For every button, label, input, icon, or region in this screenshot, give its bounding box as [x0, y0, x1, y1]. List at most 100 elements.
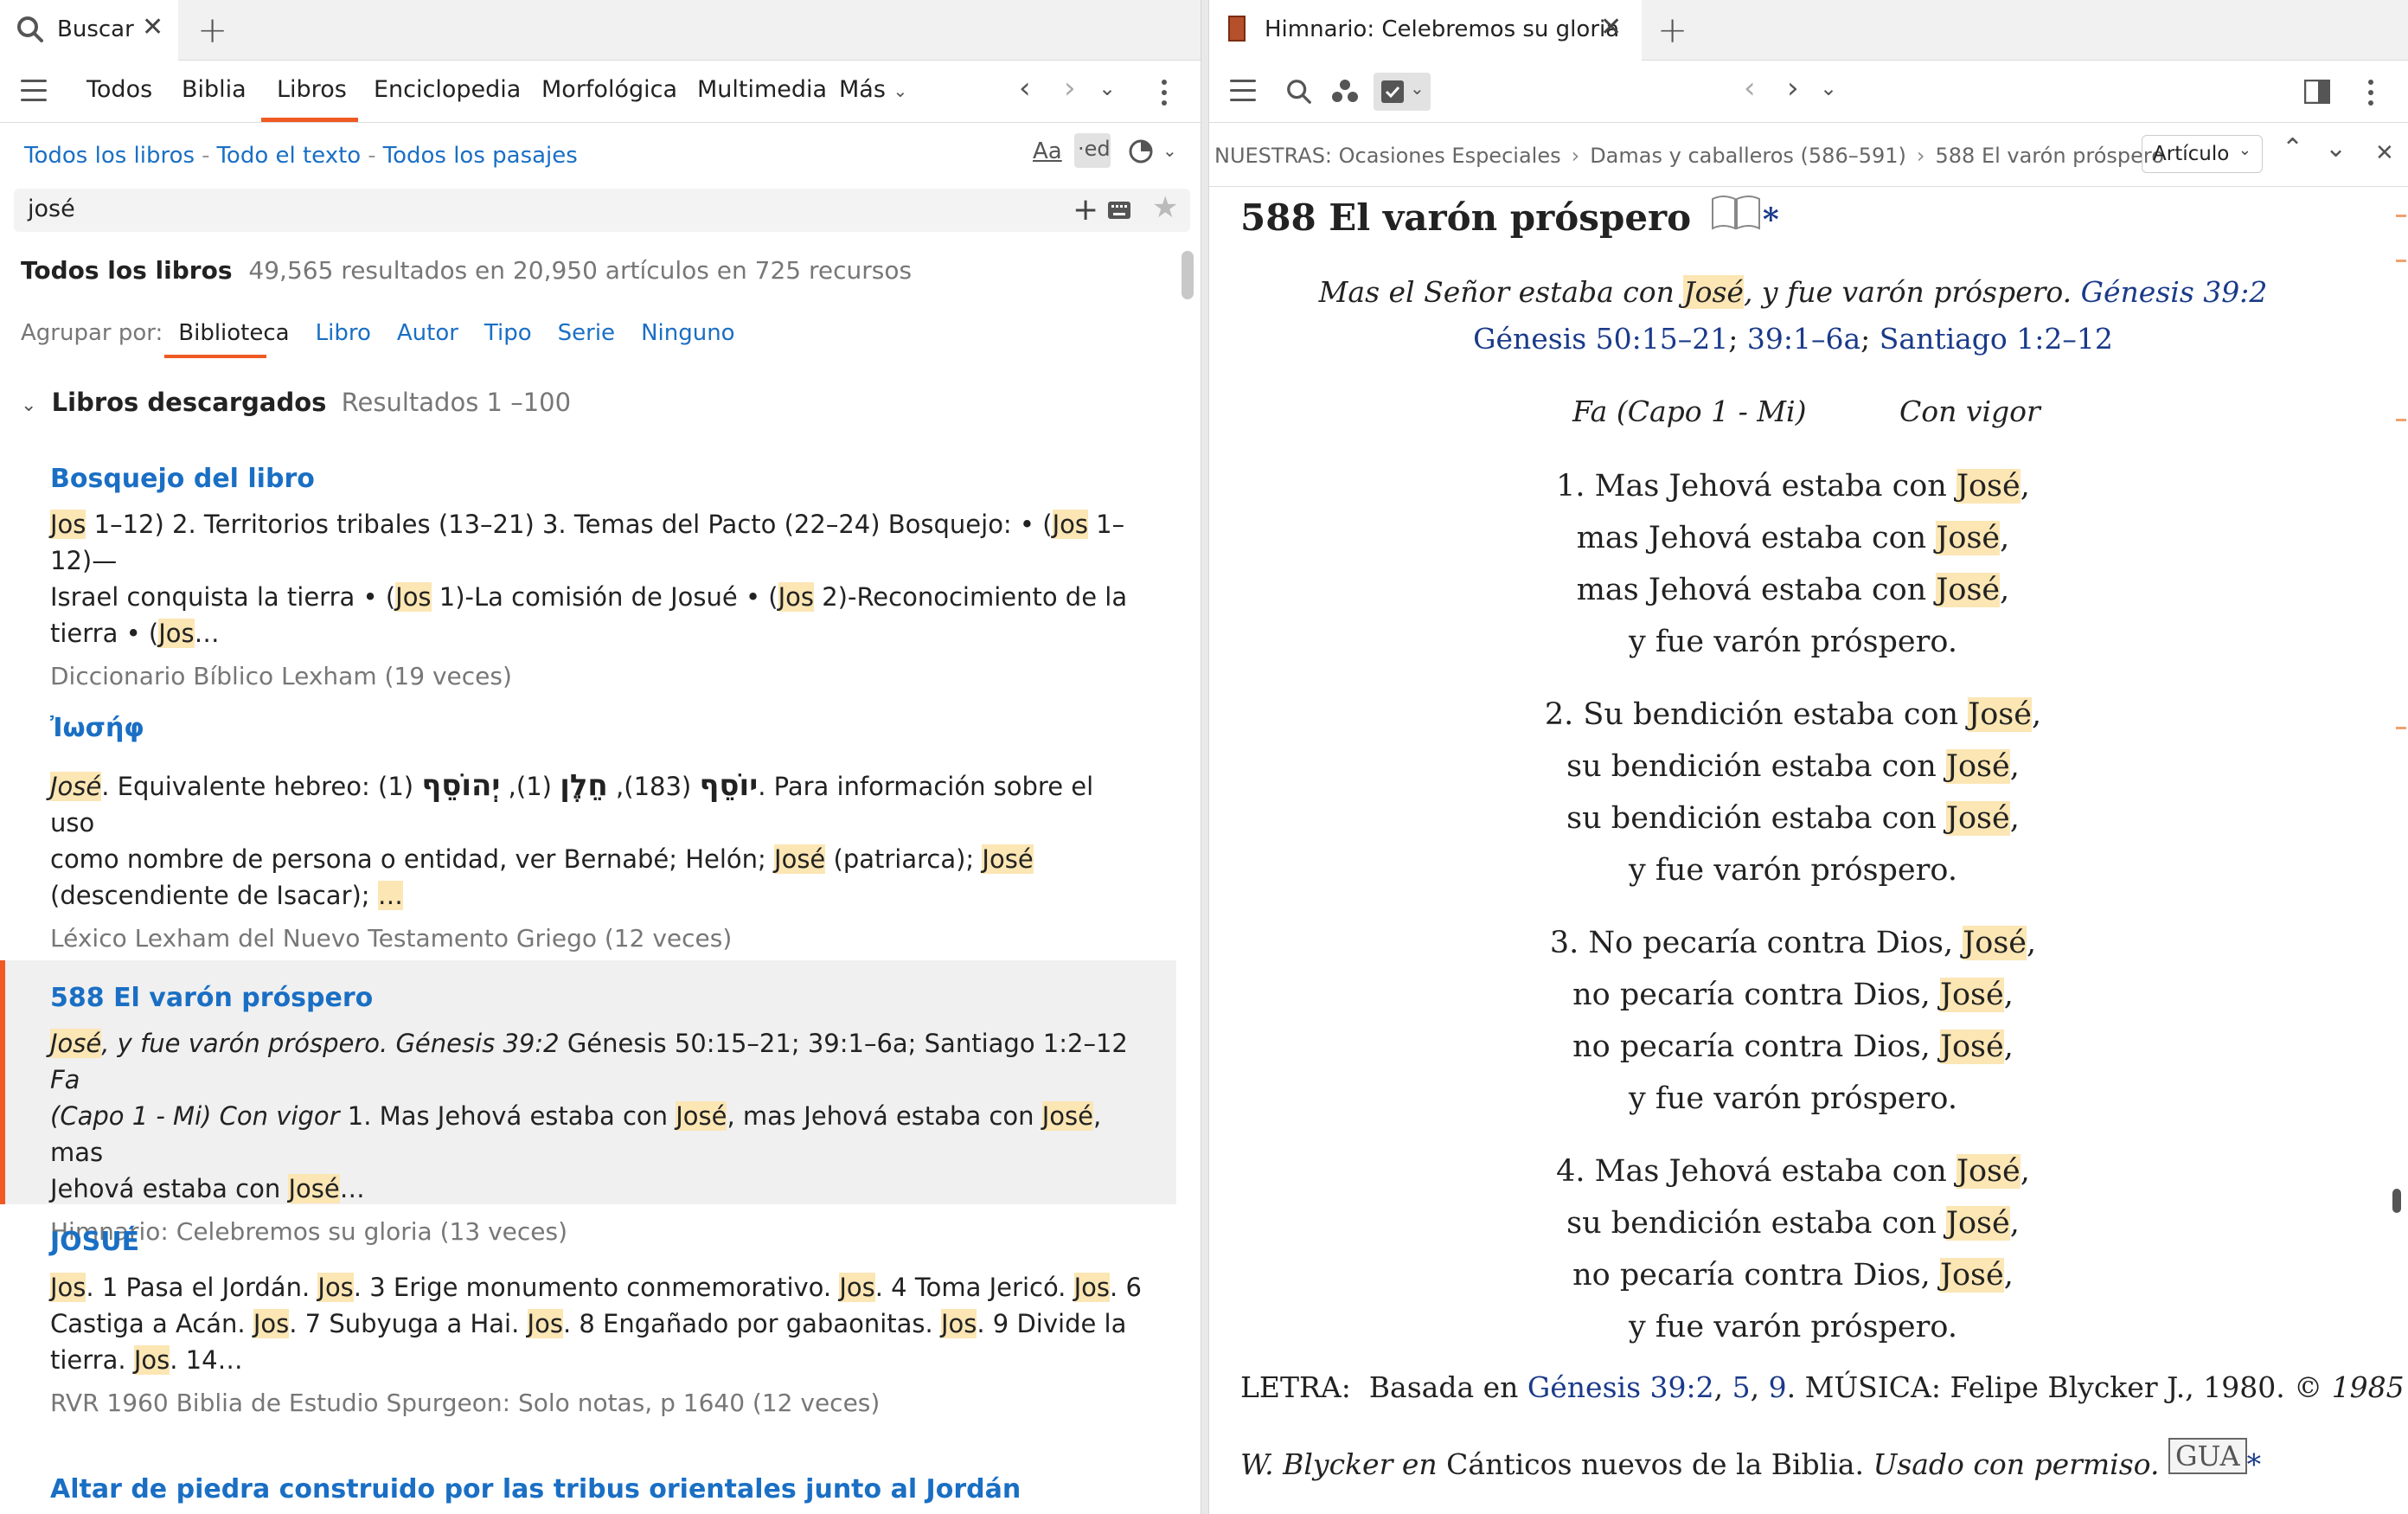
new-tab-plus-icon[interactable]: +: [1657, 9, 1688, 51]
search-highlight: José: [1939, 978, 2004, 1012]
tab-mas[interactable]: Más ⌄: [839, 76, 907, 103]
footnote-asterisk[interactable]: *: [1763, 202, 1779, 238]
ref-link[interactable]: 39:1–6a: [1747, 322, 1860, 356]
result-item[interactable]: Ἰωσήφ José. Equivalente hebreo: יוֹסֵף (…: [0, 713, 1176, 953]
ref-link[interactable]: Génesis 39:2: [1527, 1370, 1714, 1404]
section-range: Resultados 1 –100: [341, 388, 572, 417]
previous-match-icon[interactable]: ⌃: [2282, 133, 2303, 164]
group-biblioteca[interactable]: Biblioteca: [178, 320, 289, 346]
tab-buscar[interactable]: Buscar ✕: [0, 0, 178, 61]
breadcrumb-item[interactable]: Damas y caballeros (586–591): [1590, 144, 1906, 168]
search-highlight: José: [1936, 521, 2001, 555]
people-icon[interactable]: [1330, 76, 1360, 106]
search-highlight: José: [1945, 801, 2010, 836]
result-title[interactable]: Ἰωσήφ: [50, 713, 1142, 743]
breadcrumb-item[interactable]: NUESTRAS: Ocasiones Especiales: [1214, 144, 1561, 168]
breadcrumb-item[interactable]: 588 El varón próspero: [1936, 144, 2164, 168]
tab-libros[interactable]: Libros: [277, 76, 347, 103]
group-by-label: Agrupar por:: [21, 320, 163, 346]
tab-multimedia[interactable]: Multimedia: [697, 76, 827, 103]
result-item[interactable]: JOSUÉ Jos. 1 Pasa el Jordán. Jos. 3 Erig…: [0, 1227, 1176, 1417]
stanza-refrain: y fue varón próspero.: [1629, 1081, 1957, 1116]
group-ninguno[interactable]: Ninguno: [641, 320, 735, 346]
stanza-refrain: y fue varón próspero.: [1629, 625, 1957, 659]
tab-himnario[interactable]: Himnario: Celebremos su gloria ✕: [1209, 0, 1642, 61]
downloaded-books-section[interactable]: ⌄ Libros descargados Resultados 1 –100: [21, 388, 571, 417]
next-match-icon[interactable]: ⌄: [2325, 133, 2347, 164]
back-arrow-icon[interactable]: ‹: [1744, 71, 1756, 106]
punctuation: ,: [2000, 573, 2010, 607]
group-serie[interactable]: Serie: [558, 320, 615, 346]
article-dropdown[interactable]: Artículo ⌄: [2142, 135, 2263, 173]
results-scrollbar-thumb[interactable]: [1182, 251, 1194, 299]
favorite-star-icon[interactable]: ★: [1152, 190, 1178, 225]
result-title[interactable]: JOSUÉ: [50, 1227, 1142, 1257]
audio-book-icon[interactable]: [1709, 192, 1763, 232]
more-options-icon[interactable]: [1162, 80, 1167, 111]
result-source[interactable]: Diccionario Bíblico Lexham (19 veces): [50, 662, 1142, 690]
active-tab-underline: [261, 118, 358, 122]
collapse-chevron-icon[interactable]: ⌄: [21, 395, 36, 416]
search-highlight: José: [1939, 1258, 2004, 1293]
result-source[interactable]: RVR 1960 Biblia de Estudio Spurgeon: Sol…: [50, 1389, 1142, 1417]
scope-passages-link[interactable]: Todos los pasajes: [383, 143, 578, 169]
parallel-panels-icon[interactable]: [2304, 80, 2330, 104]
footnote-asterisk[interactable]: *: [2247, 1447, 2262, 1481]
group-tipo[interactable]: Tipo: [484, 320, 532, 346]
visual-filter-chevron-icon[interactable]: ⌄: [1162, 140, 1177, 161]
article-scrollbar-thumb[interactable]: [2392, 1189, 2401, 1213]
tab-biblia[interactable]: Biblia: [182, 76, 247, 103]
match-case-icon[interactable]: Aa: [1033, 138, 1062, 164]
search-highlight: José: [1968, 697, 2032, 732]
pane-divider[interactable]: [1201, 0, 1209, 1514]
search-icon[interactable]: [1285, 78, 1313, 106]
scope-books-link[interactable]: Todos los libros: [24, 143, 195, 169]
add-search-plus-icon[interactable]: +: [1073, 192, 1098, 228]
ref-link[interactable]: 5: [1732, 1370, 1751, 1404]
back-arrow-icon[interactable]: ‹: [1019, 71, 1031, 106]
stanza-text: su bendición estaba con: [1566, 1206, 1946, 1241]
result-item[interactable]: Altar de piedra construido por las tribu…: [0, 1474, 1176, 1504]
result-title[interactable]: Altar de piedra construido por las tribu…: [50, 1474, 1142, 1504]
close-icon[interactable]: ✕: [2375, 140, 2394, 166]
visual-filters-toggle[interactable]: ⌄: [1374, 73, 1431, 111]
group-autor[interactable]: Autor: [397, 320, 458, 346]
result-item-selected[interactable]: 588 El varón próspero José, y fue varón …: [0, 960, 1176, 1246]
stanza-line: no pecaría contra Dios, José,: [1209, 1249, 2377, 1301]
tab-morfologica[interactable]: Morfológica: [541, 76, 677, 103]
stanza-text: su bendición estaba con: [1566, 749, 1946, 784]
new-tab-plus-icon[interactable]: +: [197, 9, 227, 51]
ref-link[interactable]: Génesis 50:15–21: [1473, 322, 1728, 356]
ref-link[interactable]: 9: [1769, 1370, 1787, 1404]
ref-link[interactable]: Santiago 1:2–12: [1880, 322, 2113, 356]
tab-todos[interactable]: Todos: [86, 76, 152, 103]
credit-permission: Usado con permiso.: [1873, 1447, 2160, 1481]
forward-arrow-icon[interactable]: ›: [1787, 71, 1799, 106]
history-chevron-down-icon[interactable]: ⌄: [1820, 76, 1837, 100]
search-input[interactable]: josé + ★: [14, 189, 1190, 232]
keyboard-icon[interactable]: [1107, 201, 1131, 220]
result-title[interactable]: Bosquejo del libro: [50, 464, 1142, 494]
match-forms-icon[interactable]: ·ed: [1074, 133, 1111, 168]
stanza-line: 1. Mas Jehová estaba con José,: [1209, 460, 2377, 512]
group-libro[interactable]: Libro: [316, 320, 371, 346]
result-item[interactable]: Bosquejo del libro Jos 1–12) 2. Territor…: [0, 464, 1176, 690]
hamburger-menu-icon[interactable]: [1230, 80, 1256, 102]
right-tab-strip: Himnario: Celebremos su gloria ✕ +: [1209, 0, 2408, 61]
left-tab-strip: Buscar ✕ +: [0, 0, 1201, 61]
forward-arrow-icon[interactable]: ›: [1064, 71, 1076, 106]
epigraph-ref-link[interactable]: Génesis 39:2: [2081, 275, 2268, 309]
search-highlight: José: [1945, 1206, 2010, 1241]
visual-filter-icon[interactable]: [1128, 137, 1157, 166]
tab-enciclopedia[interactable]: Enciclopedia: [374, 76, 521, 103]
epigraph-post: , y fue varón próspero.: [1743, 275, 2081, 309]
search-highlight: José: [1956, 1154, 2021, 1189]
result-source[interactable]: Léxico Lexham del Nuevo Testamento Grieg…: [50, 924, 1142, 953]
hamburger-menu-icon[interactable]: [21, 80, 47, 102]
scope-text-link[interactable]: Todo el texto: [216, 143, 361, 169]
history-chevron-down-icon[interactable]: ⌄: [1098, 76, 1116, 100]
close-icon[interactable]: ✕: [142, 12, 163, 42]
result-title[interactable]: 588 El varón próspero: [50, 983, 1142, 1013]
more-options-icon[interactable]: [2368, 80, 2373, 111]
close-icon[interactable]: ✕: [1600, 12, 1622, 42]
